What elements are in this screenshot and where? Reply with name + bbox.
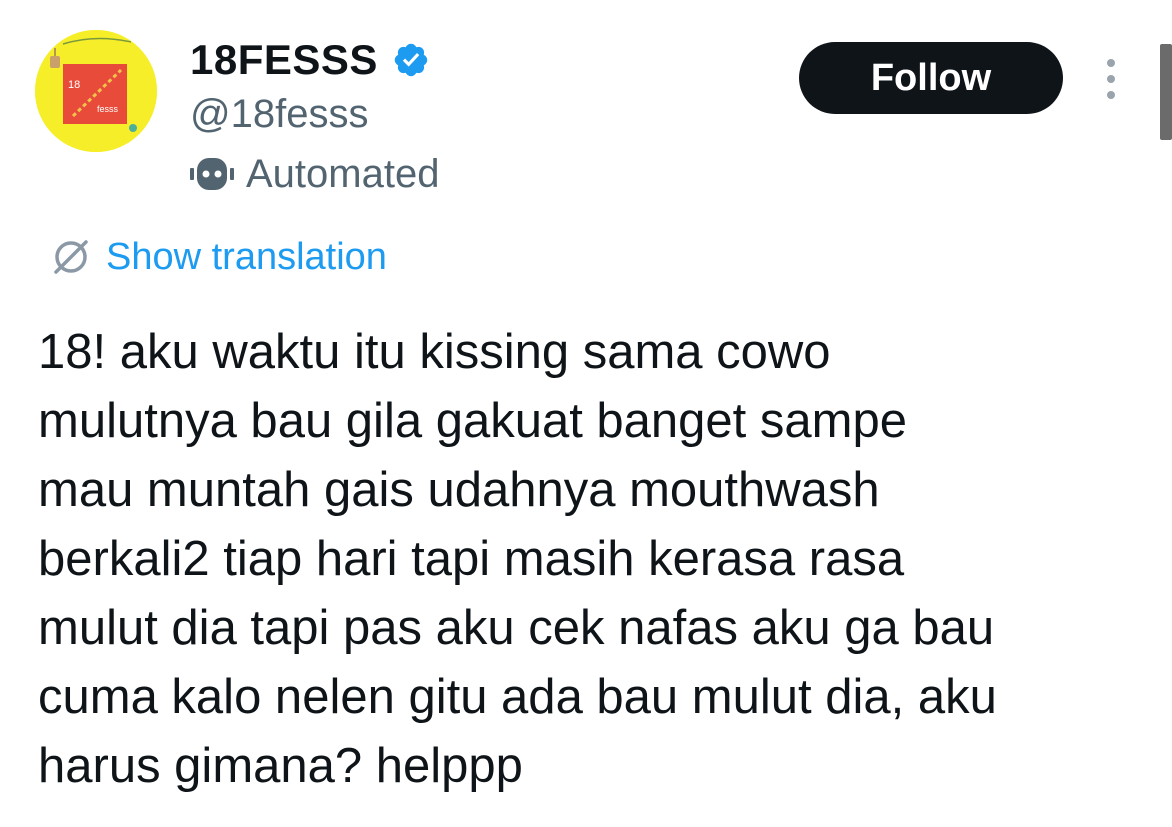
verified-badge-icon [392,41,430,79]
tweet-text: 18! aku waktu itu kissing sama cowo mulu… [38,318,1148,801]
follow-button[interactable]: Follow [799,42,1063,114]
tweet-line: 18! aku waktu itu kissing sama cowo [38,325,831,379]
automated-label-row: Automated [188,150,439,198]
display-name[interactable]: 18FESSS [190,39,378,81]
avatar-text-top: 18 [68,79,80,91]
robot-icon [188,156,236,192]
profile-avatar[interactable]: 18 fesss [35,30,157,152]
user-handle[interactable]: @18fesss [190,92,368,136]
scrollbar-thumb[interactable] [1160,44,1172,140]
avatar-text-bottom: fesss [97,104,119,114]
tweet-line: mulutnya bau gila gakuat banget sampe [38,394,907,448]
show-translation-link[interactable]: Show translation [106,236,387,279]
tweet-line: mau muntah gais udahnya mouthwash [38,463,880,517]
translation-row: Show translation [48,232,387,282]
avatar-image: 18 fesss [35,30,157,152]
automated-label: Automated [246,151,440,196]
tweet-line: mulut dia tapi pas aku cek nafas aku ga … [38,601,995,655]
more-vertical-icon[interactable] [1100,55,1122,103]
display-name-row: 18FESSS [190,32,430,88]
tweet-line: berkali2 tiap hari tapi masih kerasa ras… [38,532,905,586]
tweet-line: cuma kalo nelen gitu ada bau mulut dia, … [38,670,997,724]
tweet-line: harus gimana? helppp [38,739,523,793]
globe-icon [48,234,94,280]
